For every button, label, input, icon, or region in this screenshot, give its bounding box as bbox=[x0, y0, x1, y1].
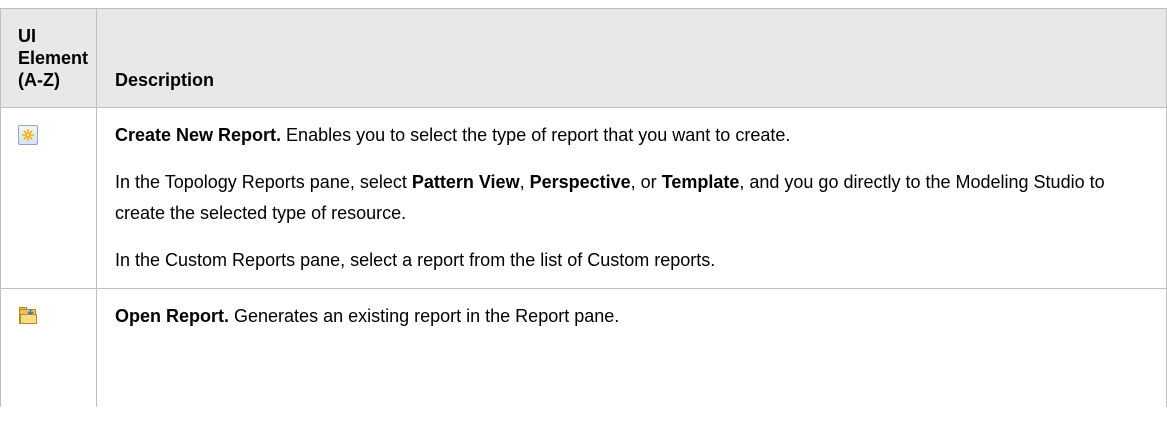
description-text: Enables you to select the type of report… bbox=[281, 125, 791, 145]
description-cell: Create New Report. Enables you to select… bbox=[96, 107, 1167, 289]
table-header-row: UI Element (A-Z) Description bbox=[0, 8, 1167, 108]
header-description: Description bbox=[96, 8, 1167, 108]
folder-front-shape bbox=[20, 314, 37, 324]
ui-element-cell bbox=[0, 107, 97, 289]
term-create-new-report: Create New Report. bbox=[115, 125, 282, 145]
description-text: , or bbox=[630, 172, 662, 192]
description-cell: Open Report. Generates an existing repor… bbox=[96, 288, 1167, 407]
header-ui-element-line: (A-Z) bbox=[18, 70, 60, 90]
ui-element-cell bbox=[0, 288, 97, 407]
description-paragraph: Create New Report. Enables you to select… bbox=[115, 120, 1156, 151]
table-row: Create New Report. Enables you to select… bbox=[0, 107, 1167, 289]
ui-element-table: UI Element (A-Z) Description Create New … bbox=[0, 8, 1167, 407]
description-text: In the Topology Reports pane, select bbox=[115, 172, 412, 192]
header-ui-element: UI Element (A-Z) bbox=[0, 8, 97, 108]
term-open-report: Open Report. bbox=[115, 306, 230, 326]
term-template: Template bbox=[661, 172, 740, 192]
description-paragraph: In the Custom Reports pane, select a rep… bbox=[115, 245, 1156, 276]
star-burst-icon bbox=[22, 129, 34, 141]
term-perspective: Perspective bbox=[529, 172, 631, 192]
open-report-icon bbox=[18, 306, 38, 326]
description-text: , bbox=[519, 172, 530, 192]
create-new-report-icon bbox=[18, 125, 38, 145]
header-ui-element-line: UI bbox=[18, 26, 36, 46]
description-paragraph: In the Topology Reports pane, select Pat… bbox=[115, 167, 1156, 229]
term-pattern-view: Pattern View bbox=[411, 172, 520, 192]
description-text: Generates an existing report in the Repo… bbox=[229, 306, 620, 326]
description-paragraph: Open Report. Generates an existing repor… bbox=[115, 301, 1156, 332]
description-text: In the Custom Reports pane, select a rep… bbox=[115, 250, 716, 270]
header-ui-element-line: Element bbox=[18, 48, 89, 68]
table-row: Open Report. Generates an existing repor… bbox=[0, 288, 1167, 407]
